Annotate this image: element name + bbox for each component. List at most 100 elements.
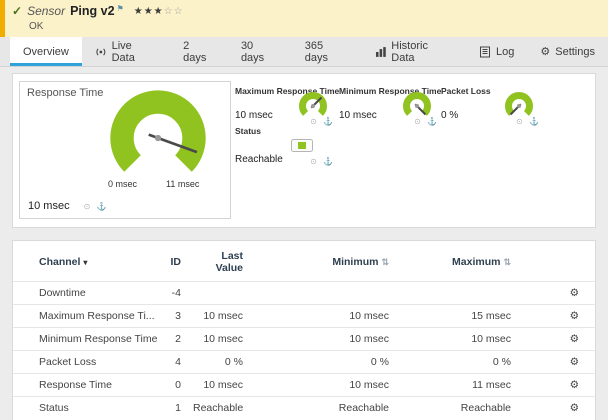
channel-maximum: 11 msec [472, 379, 511, 391]
overview-panel: Response Time 0 msec 11 msec 10 msec ⊙ ⚓… [12, 73, 596, 228]
gauge-pin-icons[interactable]: ⊙ ⚓ [310, 117, 335, 126]
tab-bar: Overview Live Data 2 days 30 days 365 da… [0, 37, 608, 67]
tab-live-data[interactable]: Live Data [82, 37, 170, 66]
channel-minimum: 10 msec [349, 379, 389, 391]
channel-last-value: Reachable [193, 402, 244, 414]
table-row: Status 1 Reachable Reachable Reachable ⚙ [13, 396, 597, 420]
tab-log[interactable]: Log [466, 37, 527, 66]
channel-name: Downtime [39, 287, 86, 299]
primary-channel-box: Response Time 0 msec 11 msec 10 msec ⊙ ⚓ [19, 81, 231, 219]
tab-settings-label: Settings [555, 45, 595, 58]
channel-settings-icon[interactable]: ⚙ [517, 397, 597, 420]
status-title: Status [235, 126, 261, 136]
channel-settings-icon[interactable]: ⚙ [517, 305, 597, 328]
gauge-scale-max: 11 msec [166, 179, 200, 189]
channel-minimum [249, 282, 395, 305]
live-data-icon [96, 47, 106, 56]
column-header-last-value[interactable]: Last Value [187, 241, 249, 282]
tab-historic-data-label: Historic Data [391, 39, 428, 64]
tab-30-days[interactable]: 30 days [228, 37, 292, 66]
channel-id: 2 [175, 333, 181, 345]
channel-table-panel: Channel ▾ ID Last Value Minimum ⇅ Maximum ⇅… [12, 240, 597, 420]
channel-name: Minimum Response Time [39, 333, 158, 345]
tab-log-label: Log [496, 45, 515, 58]
channel-settings-icon[interactable]: ⚙ [517, 374, 597, 397]
flag-icon[interactable]: ⚑ [117, 4, 124, 13]
primary-gauge-value: 10 msec [28, 200, 70, 212]
channel-maximum: 15 msec [471, 310, 511, 322]
column-header-id[interactable]: ID [159, 241, 187, 282]
mini-gauge-value: 10 msec [339, 110, 377, 121]
channel-id: 4 [175, 356, 181, 368]
mini-gauge-value: 0 % [441, 110, 459, 121]
channel-last-value [187, 282, 249, 305]
sensor-header: ✓ Sensor Ping v2 ⚑ ★★★☆☆ OK [0, 0, 608, 37]
ok-check-icon: ✓ [12, 4, 23, 18]
channel-table: Channel ▾ ID Last Value Minimum ⇅ Maximum ⇅… [13, 241, 597, 419]
channel-maximum: Reachable [460, 402, 511, 414]
gauge-pin-icons[interactable]: ⊙ ⚓ [84, 202, 109, 211]
channel-maximum: 0 % [492, 356, 511, 368]
log-icon [480, 46, 490, 57]
mini-gauge-value: 10 msec [235, 110, 273, 121]
channel-name: Response Time [39, 379, 112, 391]
channel-name: Maximum Response Ti... [39, 310, 155, 322]
table-header-row: Channel ▾ ID Last Value Minimum ⇅ Maximum ⇅ [13, 241, 597, 282]
settings-gear-icon: ⚙ [540, 46, 551, 58]
channel-settings-icon[interactable]: ⚙ [517, 351, 597, 374]
historic-data-icon [375, 46, 386, 57]
channel-last-value: 0 % [224, 356, 243, 368]
gauge-pin-icons[interactable]: ⊙ ⚓ [414, 117, 439, 126]
sensor-title-row: ✓ Sensor Ping v2 ⚑ ★★★☆☆ [12, 4, 184, 18]
tab-settings[interactable]: ⚙ Settings [527, 37, 608, 66]
tab-historic-data[interactable]: Historic Data [362, 37, 466, 66]
tab-365-days-label: 365 days [304, 39, 328, 64]
table-row: Downtime -4 ⚙ [13, 281, 597, 305]
sensor-status-text: OK [29, 21, 44, 32]
channel-name: Packet Loss [39, 356, 97, 368]
column-header-channel[interactable]: Channel ▾ [13, 241, 159, 282]
mini-gauge-min-response: Minimum Response Time 10 msec ⊙ ⚓ [339, 86, 441, 134]
column-header-minimum[interactable]: Minimum ⇅ [249, 241, 395, 282]
table-row: Minimum Response Time 2 10 msec 10 msec … [13, 327, 597, 351]
sort-down-icon: ▾ [83, 258, 88, 267]
status-led-icon [291, 139, 313, 152]
priority-stars[interactable]: ★★★☆☆ [134, 6, 184, 17]
table-row: Packet Loss 4 0 % 0 % 0 % ⚙ [13, 350, 597, 374]
channel-last-value: 10 msec [203, 333, 243, 345]
table-row: Response Time 0 10 msec 10 msec 11 msec … [13, 373, 597, 397]
tab-2-days[interactable]: 2 days [170, 37, 228, 66]
column-header-settings [517, 241, 597, 282]
tab-2-days-label: 2 days [183, 39, 207, 64]
gauge-pin-icons[interactable]: ⊙ ⚓ [516, 117, 541, 126]
object-kind-label: Sensor [27, 4, 66, 18]
channel-maximum: 10 msec [471, 333, 511, 345]
sort-both-icon: ⇅ [503, 257, 511, 267]
channel-minimum: 10 msec [349, 333, 389, 345]
mini-gauge-title: Packet Loss [441, 86, 491, 96]
channel-settings-icon[interactable]: ⚙ [517, 282, 597, 305]
channel-minimum: Reachable [338, 402, 389, 414]
sensor-title: Ping v2 [70, 4, 115, 18]
sort-both-icon: ⇅ [381, 257, 389, 267]
gauge-pin-icons[interactable]: ⊙ ⚓ [310, 157, 335, 166]
channel-minimum: 10 msec [349, 310, 389, 322]
stars-filled: ★★★ [133, 5, 164, 17]
channel-settings-icon[interactable]: ⚙ [517, 328, 597, 351]
channel-id: 0 [175, 379, 181, 391]
channel-id: -4 [171, 287, 181, 299]
channel-id: 3 [175, 310, 181, 322]
prtg-sensor-page: ✓ Sensor Ping v2 ⚑ ★★★☆☆ OK Overview Liv… [0, 0, 608, 420]
mini-gauge-packet-loss: Packet Loss 0 % ⊙ ⚓ [441, 86, 541, 134]
tab-overview[interactable]: Overview [10, 37, 82, 66]
channel-id: 1 [175, 402, 181, 414]
channel-minimum: 0 % [370, 356, 389, 368]
column-header-maximum[interactable]: Maximum ⇅ [395, 241, 517, 282]
response-time-gauge [110, 90, 206, 172]
status-channel-block: Status Reachable ⊙ ⚓ [235, 126, 335, 170]
channel-last-value: 10 msec [203, 310, 243, 322]
status-color-strip [0, 0, 5, 37]
tab-365-days[interactable]: 365 days [292, 37, 362, 66]
tab-30-days-label: 30 days [240, 39, 265, 64]
tab-overview-label: Overview [23, 45, 69, 58]
